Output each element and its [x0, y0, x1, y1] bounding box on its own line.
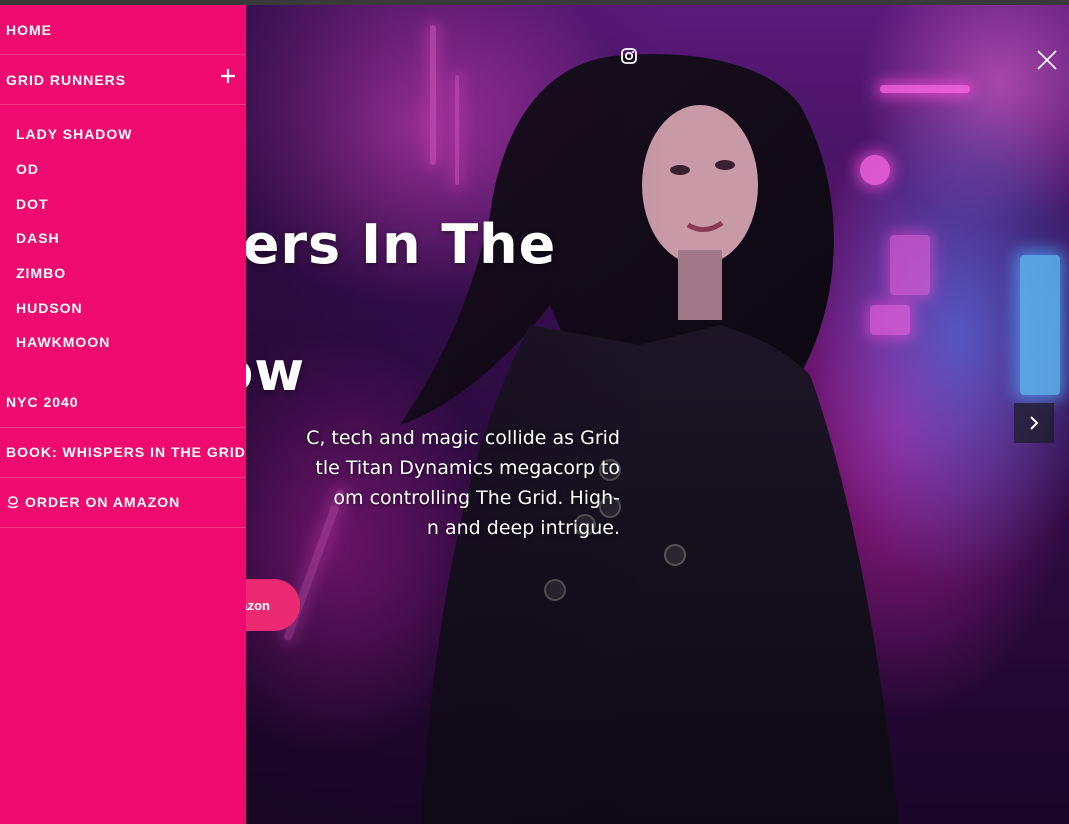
next-slide-button[interactable] — [1014, 403, 1054, 443]
close-icon[interactable] — [1036, 49, 1058, 71]
submenu-item-hawkmoon[interactable]: HAWKMOON — [0, 325, 246, 360]
menu-item-home[interactable]: HOME — [0, 5, 246, 55]
amazon-icon — [7, 496, 19, 509]
menu-item-nyc-2040[interactable]: NYC 2040 — [0, 378, 246, 428]
submenu-item-label: HUDSON — [16, 299, 83, 316]
submenu-item-od[interactable]: OD — [0, 152, 246, 187]
submenu-item-label: DOT — [16, 195, 49, 212]
menu-item-label: GRID RUNNERS — [6, 71, 127, 88]
submenu-item-zimbo[interactable]: ZIMBO — [0, 256, 246, 291]
submenu-item-hudson[interactable]: HUDSON — [0, 290, 246, 325]
menu-item-order-on-amazon[interactable]: ORDER ON AMAZON — [0, 478, 246, 528]
submenu-item-label: DASH — [16, 230, 60, 247]
submenu-item-dot[interactable]: DOT — [0, 186, 246, 221]
side-menu: HOME GRID RUNNERS LADY SHADOW OD DOT DAS… — [0, 5, 246, 824]
submenu-item-label: LADY SHADOW — [16, 126, 133, 143]
submenu-item-lady-shadow[interactable]: LADY SHADOW — [0, 117, 246, 152]
menu-item-label: HOME — [6, 21, 52, 38]
menu-item-label: ORDER ON AMAZON — [25, 494, 181, 511]
text-overlay — [246, 5, 666, 824]
submenu-item-label: HAWKMOON — [16, 334, 111, 351]
menu-item-label: BOOK: WHISPERS IN THE GRID — [6, 444, 246, 461]
submenu-item-label: OD — [16, 161, 39, 178]
neon-sign — [1020, 255, 1060, 395]
submenu-item-label: ZIMBO — [16, 265, 67, 282]
plus-icon[interactable] — [220, 68, 236, 84]
menu-item-label: NYC 2040 — [6, 394, 79, 411]
instagram-icon[interactable] — [621, 48, 637, 64]
grid-runners-submenu: LADY SHADOW OD DOT DASH ZIMBO HUDSON HAW… — [0, 105, 246, 378]
submenu-item-dash[interactable]: DASH — [0, 221, 246, 256]
chevron-right-icon — [1030, 416, 1039, 430]
menu-item-book[interactable]: BOOK: WHISPERS IN THE GRID — [0, 428, 246, 478]
menu-item-grid-runners[interactable]: GRID RUNNERS — [0, 55, 246, 105]
